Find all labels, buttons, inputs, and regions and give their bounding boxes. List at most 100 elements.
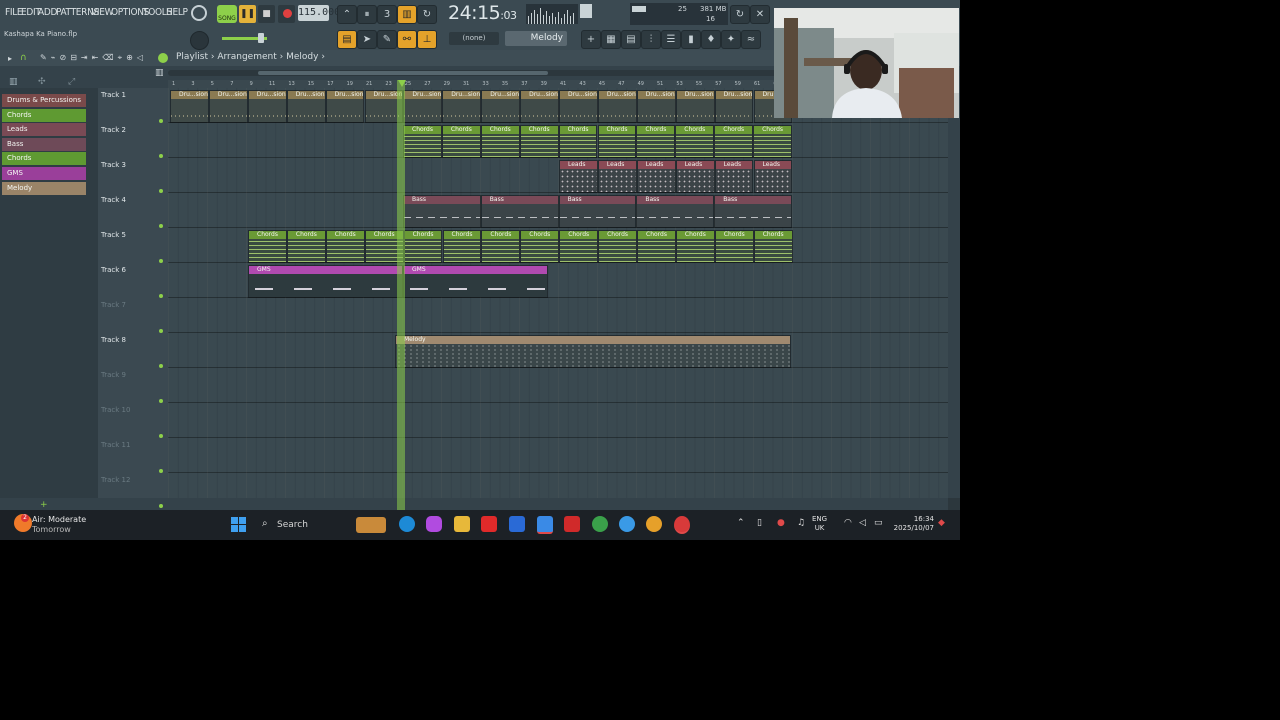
master-volume-handle[interactable]: [258, 33, 264, 43]
track-name[interactable]: Track 5: [101, 231, 126, 239]
chords-clip[interactable]: Chords: [598, 230, 637, 263]
drums-clip[interactable]: Dru...sions: [208, 90, 248, 123]
leads-clip[interactable]: Leads: [597, 160, 637, 193]
track-mute-led[interactable]: [159, 154, 163, 158]
drums-clip[interactable]: Dru...sions: [481, 90, 521, 123]
battery-icon[interactable]: ▭: [874, 518, 883, 528]
chords-clip[interactable]: Chords: [637, 230, 676, 263]
channel-rack-button[interactable]: ▤: [621, 30, 641, 49]
gms-clip[interactable]: GMS: [403, 265, 548, 298]
bass-clip[interactable]: Bass: [714, 195, 792, 228]
track-name[interactable]: Track 9: [101, 371, 126, 379]
render-button[interactable]: ✦: [721, 30, 741, 49]
track-name[interactable]: Track 1: [101, 91, 126, 99]
drums-clip[interactable]: Dru...sions: [559, 90, 598, 123]
track-mute-led[interactable]: [159, 189, 163, 193]
magnet-icon[interactable]: ∩: [20, 53, 27, 63]
link-button[interactable]: ⚯: [397, 30, 417, 49]
weather-widget[interactable]: Air: Moderate Tomorrow: [32, 515, 86, 535]
wave-button[interactable]: ≈: [741, 30, 761, 49]
chords-clip[interactable]: Chords: [753, 230, 793, 263]
chords-clip[interactable]: Chords: [558, 125, 598, 158]
leads-clip[interactable]: Leads: [753, 160, 793, 193]
stop-button[interactable]: ■: [258, 5, 275, 23]
chords-clip[interactable]: Chords: [442, 230, 482, 263]
grid-icon[interactable]: ▥: [155, 68, 164, 78]
breadcrumb-pattern[interactable]: Melody: [286, 52, 318, 62]
drums-clip[interactable]: Dru...sions: [442, 90, 482, 123]
playhead-marker-icon[interactable]: [398, 80, 406, 87]
antivirus-icon[interactable]: ●: [777, 518, 785, 528]
bass-clip[interactable]: Bass: [558, 195, 637, 228]
track-mute-led[interactable]: [159, 259, 163, 263]
menu-add[interactable]: ADD: [38, 7, 57, 18]
chords-clip[interactable]: Chords: [753, 125, 792, 158]
track-name[interactable]: Track 2: [101, 126, 126, 134]
clock[interactable]: 16:34 2025/10/07: [886, 515, 934, 533]
leads-clip[interactable]: Leads: [559, 160, 598, 193]
track-mute-led[interactable]: [159, 119, 163, 123]
drums-clip[interactable]: Dru...sions: [636, 90, 676, 123]
track-name[interactable]: Track 4: [101, 196, 126, 204]
leads-clip[interactable]: Leads: [714, 160, 754, 193]
melody-clip[interactable]: Melody: [395, 335, 791, 368]
countdown-button[interactable]: 3: [377, 5, 397, 24]
picker-item[interactable]: Chords: [2, 152, 86, 166]
drums-clip[interactable]: Dru...sions: [403, 90, 443, 123]
track-name[interactable]: Track 3: [101, 161, 126, 169]
menu-view[interactable]: VIEW: [91, 7, 113, 18]
menu-arrow-icon[interactable]: ▸: [8, 54, 12, 63]
track-name[interactable]: Track 12: [101, 476, 130, 484]
store-icon[interactable]: [537, 516, 553, 534]
picker-item[interactable]: Leads: [2, 123, 86, 137]
chrome-icon[interactable]: [592, 516, 608, 532]
taskbar-search[interactable]: ⌕: [256, 515, 388, 535]
drums-clip[interactable]: Dru...sions: [520, 90, 559, 123]
youtube-icon[interactable]: [481, 516, 497, 532]
track-name[interactable]: Track 8: [101, 336, 126, 344]
chords-clip[interactable]: Chords: [480, 125, 520, 158]
tempo-display[interactable]: 115.000: [298, 5, 340, 21]
scrollbar-thumb[interactable]: [258, 71, 548, 75]
messenger-icon[interactable]: [619, 516, 635, 532]
chords-clip[interactable]: Chords: [520, 230, 560, 263]
snap-select[interactable]: (none): [449, 32, 499, 45]
menu-file[interactable]: FILE: [5, 7, 23, 18]
playhead[interactable]: [397, 80, 405, 510]
refresh-button[interactable]: ↻: [730, 5, 750, 24]
bass-clip[interactable]: Bass: [403, 195, 481, 228]
language-indicator[interactable]: ENG UK: [812, 515, 827, 533]
file-explorer-icon[interactable]: [454, 516, 470, 532]
add-track-icon[interactable]: +: [40, 500, 48, 510]
chords-clip[interactable]: Chords: [597, 125, 637, 158]
obs-icon[interactable]: [674, 516, 690, 534]
tray-chevron-icon[interactable]: ⌃: [737, 518, 745, 528]
chords-clip[interactable]: Chords: [714, 125, 754, 158]
picker-item[interactable]: Drums & Percussions: [2, 94, 86, 107]
track-mute-led[interactable]: [159, 504, 163, 508]
browser-button[interactable]: ☰: [661, 30, 681, 49]
gms-clip[interactable]: GMS: [248, 265, 403, 298]
track-mute-led[interactable]: [159, 364, 163, 368]
piano-roll-button[interactable]: ▦: [601, 30, 621, 49]
drums-clip[interactable]: Dru...sions: [247, 90, 287, 123]
drums-clip[interactable]: Dru...sions: [170, 90, 209, 123]
stamp-button[interactable]: ⊥: [417, 30, 437, 49]
bass-clip[interactable]: Bass: [480, 195, 559, 228]
drums-clip[interactable]: Dru...sions: [714, 90, 754, 123]
piano-icon[interactable]: ▥: [9, 77, 18, 87]
master-pitch-knob-icon[interactable]: [191, 5, 207, 21]
chords-clip[interactable]: Chords: [441, 125, 481, 158]
chords-clip[interactable]: Chords: [325, 230, 365, 263]
new-pattern-button[interactable]: +: [581, 30, 601, 49]
menu-help[interactable]: HELP: [166, 7, 188, 18]
plugin-picker-button[interactable]: ▮: [681, 30, 701, 49]
bass-clip[interactable]: Bass: [636, 195, 715, 228]
playlist-play-icon[interactable]: [158, 53, 168, 63]
tool-icons[interactable]: ✎⌁⊘⊟⇥⇤⌫⌖⊕◁: [40, 53, 147, 63]
picker-item[interactable]: Bass: [2, 137, 86, 151]
breadcrumb-arrangement[interactable]: Arrangement: [217, 52, 276, 62]
breadcrumb-playlist[interactable]: Playlist: [176, 52, 208, 62]
leads-clip[interactable]: Leads: [675, 160, 715, 193]
outlook-icon[interactable]: [509, 516, 525, 532]
